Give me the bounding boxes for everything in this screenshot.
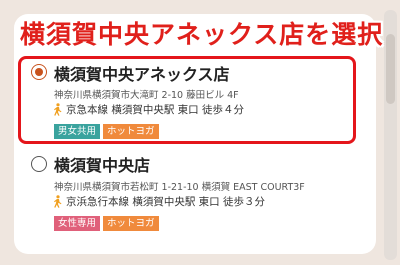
store-access: 京急本線 横須賀中央駅 東口 徒歩４分	[52, 102, 244, 117]
access-text: 京浜急行本線 横須賀中央駅 東口 徒歩３分	[66, 196, 266, 208]
scrollbar-thumb[interactable]	[386, 34, 395, 104]
store-option-yokosuka-chuo-annex[interactable]: 横須賀中央アネックス店 神奈川県横須賀市大滝町 2-10 藤田ビル 4F 京急本…	[28, 60, 358, 144]
tag-hot-yoga: ホットヨガ	[103, 216, 159, 231]
store-name: 横須賀中央アネックス店	[54, 65, 230, 84]
access-text: 京急本線 横須賀中央駅 東口 徒歩４分	[66, 104, 245, 116]
walking-person-icon	[54, 103, 62, 116]
banner-title: 横須賀中央アネックス店を選択	[20, 20, 384, 49]
tag-unisex: 男女共用	[54, 124, 101, 139]
store-name: 横須賀中央店	[54, 156, 151, 175]
store-option-yokosuka-chuo[interactable]: 横須賀中央店 神奈川県横須賀市若松町 1-21-10 横須賀 EAST COUR…	[28, 150, 358, 242]
store-address: 神奈川県横須賀市大滝町 2-10 藤田ビル 4F	[54, 90, 239, 101]
radio-button-selected[interactable]	[31, 64, 47, 80]
walking-person-icon	[54, 195, 62, 208]
tag-hot-yoga: ホットヨガ	[103, 124, 159, 139]
store-access: 京浜急行本線 横須賀中央駅 東口 徒歩３分	[52, 194, 265, 209]
tag-women-only: 女性専用	[54, 216, 101, 231]
store-tags: 男女共用 ホットヨガ	[54, 124, 159, 139]
radio-button-unselected[interactable]	[31, 156, 47, 172]
scrollbar[interactable]	[384, 10, 397, 260]
store-address: 神奈川県横須賀市若松町 1-21-10 横須賀 EAST COURT3F	[54, 182, 305, 193]
store-tags: 女性専用 ホットヨガ	[54, 216, 159, 231]
